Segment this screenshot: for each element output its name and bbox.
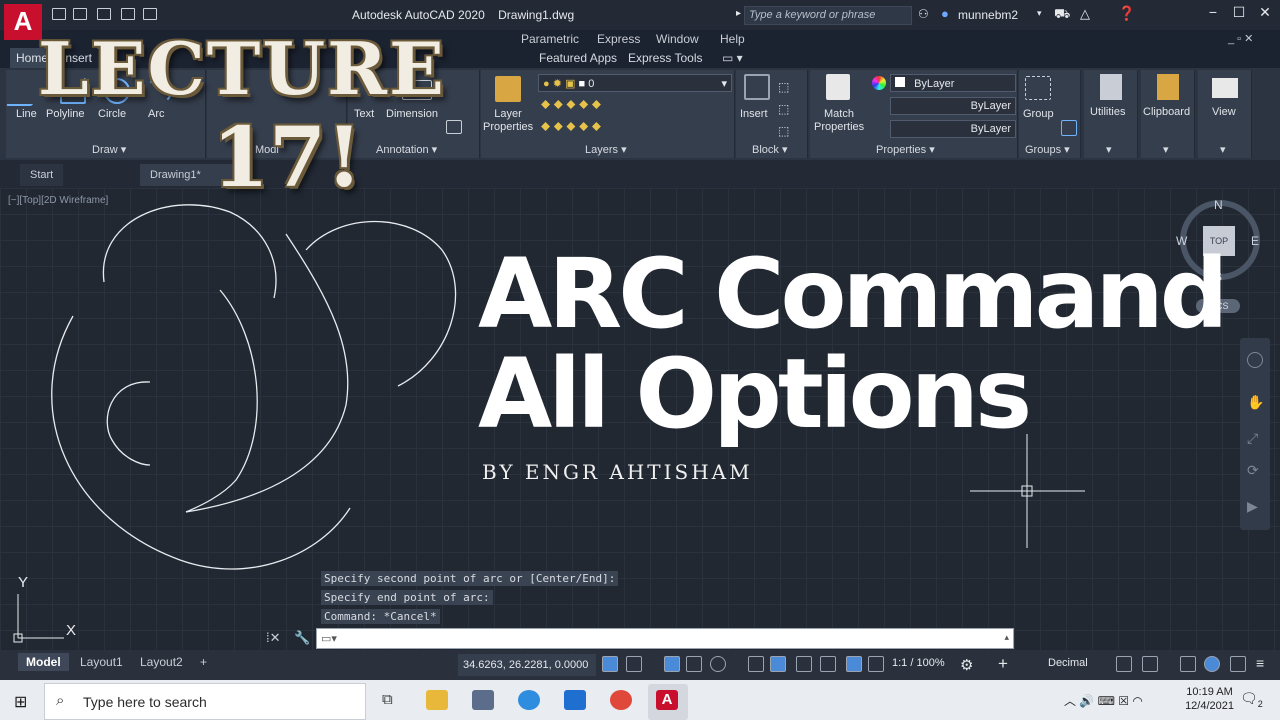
layout-tab-layout1[interactable]: Layout1 (72, 653, 131, 671)
navigation-bar: ✋ ⤢ ⟳ ▶ (1240, 338, 1270, 530)
ucs-x-label: X (66, 622, 77, 639)
arc-2 (51, 315, 351, 570)
clean-screen-icon[interactable] (1230, 656, 1246, 672)
lock-ui-icon[interactable] (1142, 656, 1158, 672)
windows-start-icon[interactable]: ⊞ (14, 692, 27, 712)
notifications-icon[interactable]: 🗨2 (1240, 690, 1263, 709)
lecture-title: LECTURE (38, 26, 446, 111)
file-explorer-icon[interactable] (426, 690, 448, 710)
arc-3 (106, 381, 151, 466)
orbit-icon[interactable]: ⟳ (1247, 462, 1259, 479)
mail-icon[interactable] (564, 690, 586, 710)
gear-icon[interactable]: ⚙ (960, 656, 973, 674)
lineweight-icon[interactable] (748, 656, 764, 672)
command-history-line: Specify end point of arc: (321, 590, 493, 605)
close-command-line-icon[interactable]: ⁞✕ (266, 630, 281, 646)
store-icon[interactable] (472, 690, 494, 710)
arc-5 (185, 233, 349, 513)
pan-icon[interactable]: ✋ (1247, 394, 1264, 411)
clock-time: 10:19 AM (1186, 686, 1233, 698)
chrome-icon[interactable] (610, 690, 632, 710)
transparency-icon[interactable] (770, 656, 786, 672)
coordinate-readout[interactable]: 34.6263, 26.2281, 0.0000 (458, 654, 596, 676)
clock-date: 12/4/2021 (1185, 700, 1234, 712)
ortho-icon[interactable] (664, 656, 680, 672)
viewcube-east[interactable]: E (1251, 234, 1259, 248)
customization-icon[interactable]: ≡ (1256, 655, 1264, 671)
selection-cycling-icon[interactable] (796, 656, 812, 672)
arc-1 (102, 204, 277, 299)
add-layout-icon[interactable]: + (192, 653, 215, 671)
steering-wheel-icon[interactable] (1247, 352, 1263, 368)
zoom-extents-icon[interactable]: ⤢ (1247, 430, 1258, 447)
notification-count: 2 (1257, 698, 1263, 709)
autocad-icon: A (656, 690, 678, 710)
arc-4 (185, 289, 258, 513)
command-prompt-icon[interactable]: ▭▾ (321, 632, 337, 645)
grid-icon[interactable] (602, 656, 618, 672)
plus-icon[interactable]: + (998, 654, 1008, 674)
command-history-line: Command: *Cancel* (321, 609, 440, 624)
taskbar-search-input[interactable]: Type here to search (44, 683, 366, 720)
ucs-icon[interactable] (820, 656, 836, 672)
snap-icon[interactable] (626, 656, 642, 672)
headline-line-1: ARC Command (478, 238, 1228, 350)
polar-icon[interactable] (686, 656, 702, 672)
viewcube-north[interactable]: N (1214, 198, 1223, 212)
autoscale-icon[interactable] (868, 656, 884, 672)
author-byline: BY ENGR AHTISHAM (482, 460, 753, 484)
task-view-icon[interactable]: ⧉ (382, 691, 393, 708)
system-tray-icons[interactable]: ︿ 🔊 ⌨ ☒ ◠ (1064, 692, 1143, 709)
command-history-line: Specify second point of arc or [Center/E… (321, 571, 619, 586)
annotation-scale[interactable]: 1:1 / 100% (892, 657, 945, 669)
layout-tab-layout2[interactable]: Layout2 (132, 653, 191, 671)
command-line-input[interactable]: ▭▾ ▴ (316, 628, 1014, 649)
isodraft-icon[interactable] (710, 656, 726, 672)
isolate-objects-icon[interactable] (1180, 656, 1196, 672)
command-history-toggle-icon[interactable]: ▴ (1004, 632, 1009, 643)
headline-line-2: All Options (478, 338, 1032, 450)
wrench-icon[interactable]: 🔧 (294, 630, 310, 646)
hardware-acceleration-icon[interactable] (1204, 656, 1220, 672)
autocad-app-menu-button[interactable]: A (4, 4, 42, 40)
edge-icon[interactable] (518, 690, 540, 710)
layout-tab-model[interactable]: Model (18, 653, 69, 671)
search-icon: ⌕ (56, 692, 65, 709)
lecture-number: 17! (212, 110, 363, 206)
arc-6 (305, 220, 457, 387)
annotation-visibility-icon[interactable] (846, 656, 862, 672)
showmotion-icon[interactable]: ▶ (1247, 498, 1258, 515)
ucs-y-label: Y (18, 574, 29, 591)
quick-properties-icon[interactable] (1116, 656, 1132, 672)
taskbar-clock[interactable]: 10:19 AM 12/4/2021 (1185, 685, 1234, 713)
units-dropdown[interactable]: Decimal (1048, 657, 1088, 669)
